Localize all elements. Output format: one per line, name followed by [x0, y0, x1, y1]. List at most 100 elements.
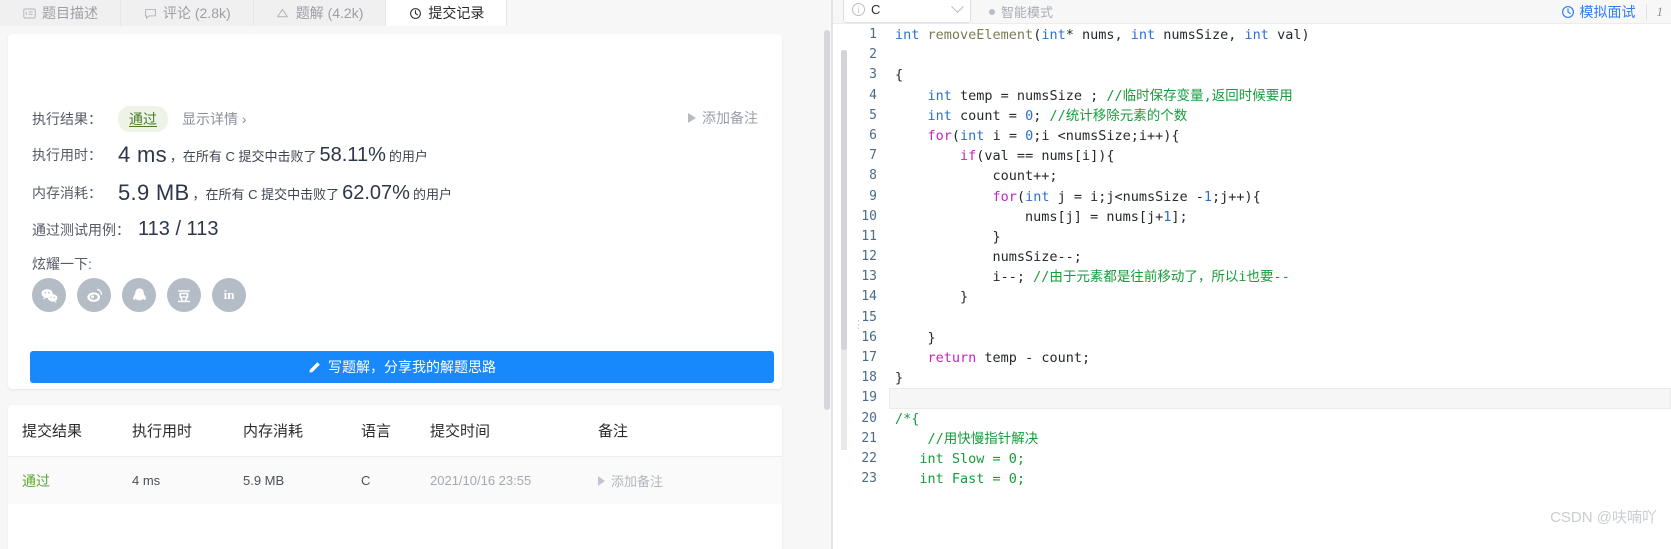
tab-label: 题目描述	[42, 5, 98, 21]
code-token: 1	[1203, 188, 1213, 205]
code-line[interactable]: 13 i--; //由于元素都是往前移动了，所以i也要--	[833, 267, 1671, 287]
code-line[interactable]: 23 int Fast = 0;	[833, 469, 1671, 489]
code-token: }	[895, 228, 1001, 245]
code-token: }	[895, 329, 936, 346]
tab-description[interactable]: 题目描述	[0, 0, 121, 26]
add-note-top-button[interactable]: 添加备注	[688, 108, 758, 128]
share-label-row: 炫耀一下:	[32, 254, 118, 274]
linkedin-icon[interactable]: in	[212, 278, 246, 312]
code-line[interactable]: 16 }	[833, 328, 1671, 348]
cell-add-note-button[interactable]: 添加备注	[598, 471, 748, 490]
code-token: ;j++){	[1212, 188, 1261, 205]
code-line[interactable]: 12 numsSize--;	[833, 247, 1671, 267]
code-line[interactable]: 18}	[833, 368, 1671, 388]
code-line[interactable]: 4 int temp = numsSize ; //临时保存变量,返回时候要用	[833, 86, 1671, 106]
code-line-text: //用快慢指针解决	[889, 429, 1671, 449]
code-line[interactable]: 21 //用快慢指针解决	[833, 429, 1671, 449]
code-token: return	[927, 350, 977, 366]
code-line[interactable]: 1 int removeElement(int* nums, int numsSi…	[833, 25, 1671, 45]
counter-value: 1	[1656, 3, 1664, 19]
code-editor[interactable]: ⋮ 1 int removeElement(int* nums, int nums…	[833, 25, 1671, 549]
execution-time-suffix: 的用户	[388, 148, 428, 164]
code-token: //临时保存变量,返回时候要用	[1106, 87, 1293, 104]
execution-time-value: 4 ms	[118, 142, 167, 167]
table-row[interactable]: 通过 4 ms 5.9 MB C 2021/10/16 23:55 添加备注	[8, 457, 782, 504]
code-line[interactable]: 6 for(int i = 0;i <numsSize;i++){	[833, 126, 1671, 146]
code-token: val)	[1268, 27, 1310, 43]
pencil-icon	[309, 361, 320, 372]
code-token: int	[1244, 27, 1269, 43]
cell-time: 4 ms	[132, 473, 161, 488]
code-line[interactable]: 2	[833, 45, 1671, 65]
code-token: int Fast = 0;	[895, 471, 1026, 488]
left-panel-scrollbar[interactable]	[824, 30, 830, 410]
tab-label: 评论 (2.8k)	[163, 5, 231, 21]
code-token: int	[895, 27, 928, 43]
code-line[interactable]: 11 }	[833, 227, 1671, 247]
right-panel: i C 智能模式 模拟面试 1 ⋮ 1 int removeElement(in…	[833, 0, 1671, 549]
smart-mode-toggle[interactable]: 智能模式	[989, 2, 1053, 21]
editor-scrollbar-thumb[interactable]	[841, 50, 847, 350]
cell-result[interactable]: 通过	[8, 471, 132, 491]
code-token: /*{	[895, 410, 920, 427]
code-line[interactable]: 15	[833, 308, 1671, 328]
code-line-text: if(val == nums[i]){	[889, 146, 1671, 166]
memory-label: 内存消耗：	[32, 185, 102, 201]
code-token: if	[960, 148, 977, 165]
code-line[interactable]: 19	[833, 388, 1671, 409]
code-line[interactable]: 17 return temp - count;	[833, 348, 1671, 368]
watermark: CSDN @呋喃吖	[1550, 509, 1657, 526]
code-token: //由于元素都是往前移动了，所以i也要--	[1033, 269, 1290, 286]
code-line-text: int count = 0; //统计移除元素的个数	[889, 106, 1671, 126]
write-solution-button[interactable]: 写题解，分享我的解题思路	[30, 351, 774, 383]
code-line[interactable]: 10 nums[j] = nums[j+1];	[833, 207, 1671, 227]
weibo-icon[interactable]	[77, 278, 111, 312]
code-line[interactable]: 7 if(val == nums[i]){	[833, 146, 1671, 166]
cell-add-note-label: 添加备注	[611, 474, 664, 489]
code-token: 0	[1025, 107, 1034, 124]
memory-value: 5.9 MB	[118, 180, 190, 205]
mock-interview-button[interactable]: 模拟面试	[1561, 2, 1636, 22]
submission-result-card: 执行结果： 通过 显示详情 › 添加备注 执行用时： 4 ms ，在所有 C 提…	[8, 34, 782, 389]
table-header-row: 提交结果 执行用时 内存消耗 语言 提交时间 备注	[8, 405, 782, 457]
code-line-text: i--; //由于元素都是往前移动了，所以i也要--	[889, 267, 1671, 287]
editor-toolbar-right: 模拟面试 1	[1561, 2, 1664, 22]
fold-indicator-dots: ⋮	[853, 318, 864, 331]
info-icon: i	[852, 3, 865, 16]
cell-memory: 5.9 MB	[243, 473, 285, 488]
code-line[interactable]: 9 for(int j = i;j<numsSize -1;j++){	[833, 187, 1671, 207]
code-token: int	[1130, 27, 1156, 43]
tab-submissions[interactable]: 提交记录	[386, 0, 508, 26]
code-line[interactable]: 3{	[833, 65, 1671, 85]
chevron-down-icon	[951, 0, 964, 14]
status-dot-icon	[989, 8, 995, 15]
language-selector[interactable]: i C	[843, 0, 971, 23]
code-line-text: int Fast = 0;	[889, 469, 1671, 489]
code-token: (	[1016, 188, 1026, 205]
code-line-text: return temp - count;	[889, 348, 1671, 368]
tab-comments[interactable]: 评论 (2.8k)	[121, 0, 254, 26]
code-line[interactable]: 22 int Slow = 0;	[833, 449, 1671, 469]
wechat-icon[interactable]	[32, 278, 66, 312]
code-line[interactable]: 5 int count = 0; //统计移除元素的个数	[833, 106, 1671, 126]
code-line[interactable]: 20/*{	[833, 409, 1671, 429]
code-line-text: }	[889, 368, 1671, 388]
code-line[interactable]: 8 count++;	[833, 166, 1671, 186]
tab-solutions[interactable]: 题解 (4.2k)	[253, 0, 387, 26]
tab-label: 提交记录	[428, 5, 485, 21]
code-token: count++;	[895, 168, 1058, 185]
code-line[interactable]: 14 }	[833, 287, 1671, 307]
mock-interview-label: 模拟面试	[1579, 3, 1636, 20]
code-line-text: /*{	[889, 409, 1671, 429]
code-token: int	[1041, 27, 1066, 43]
execution-time-mid-text: ，在所有 C 提交中击败了	[169, 148, 317, 164]
show-detail-link[interactable]: 显示详情 ›	[182, 109, 247, 129]
code-line-text: count++;	[889, 166, 1671, 186]
douban-icon[interactable]: 豆	[167, 278, 201, 312]
qq-icon[interactable]	[122, 278, 156, 312]
code-token: //统计移除元素的个数	[1049, 107, 1188, 124]
code-line-text	[889, 308, 1671, 328]
